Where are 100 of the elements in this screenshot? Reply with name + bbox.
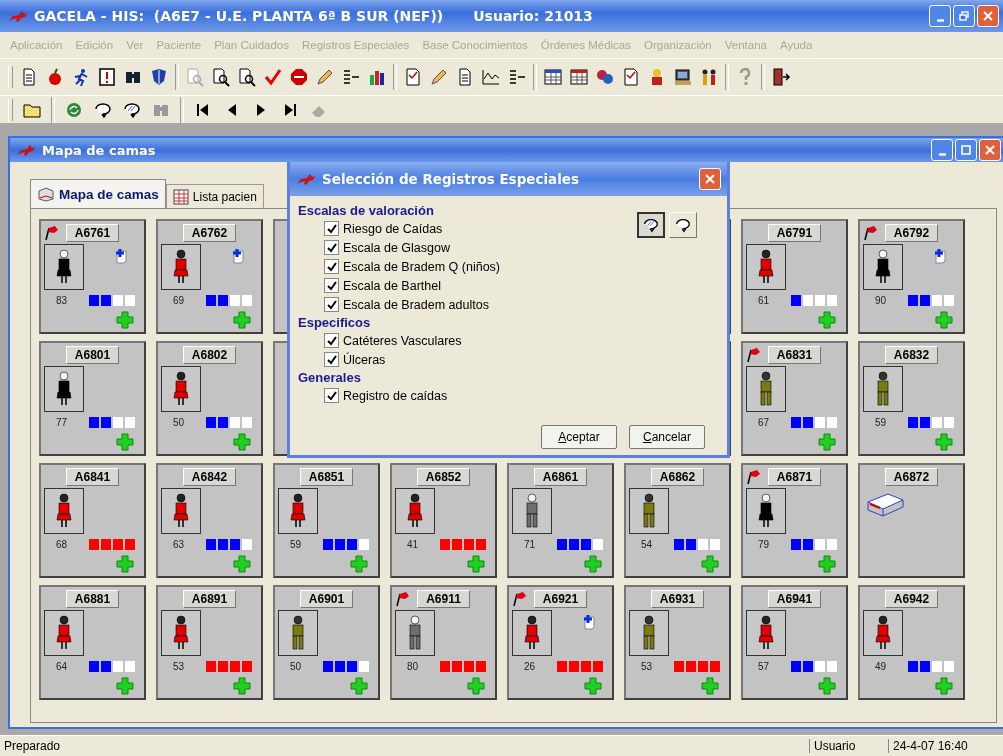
woman-figure-icon [171,371,191,407]
elderly-woman-figure-icon [54,371,74,407]
bed-label: A6872 [884,468,939,486]
bed-label: A6851 [299,468,354,486]
group-heading: Especificos [298,314,372,331]
checkbox[interactable] [324,297,339,312]
bed-card[interactable]: A6941 57 [741,585,848,700]
restore-button[interactable] [953,5,975,27]
status-datetime: 24-4-07 16:40 [888,739,1003,753]
bed-card[interactable]: A6791 61 [741,219,848,334]
minimize-button[interactable] [931,139,953,161]
risk-meter [440,660,488,672]
bed-card[interactable]: A6831 67 [741,341,848,456]
shield-icon[interactable] [149,67,169,87]
pencil-icon[interactable] [315,67,335,87]
bed-card[interactable]: A6792 90 [858,219,965,334]
age-text: 53 [173,660,185,672]
bed-card[interactable]: A6942 49 [858,585,965,700]
maximize-button[interactable] [955,139,977,161]
risk-meter [89,538,137,550]
checkbox[interactable] [324,240,339,255]
exit-door-icon[interactable] [771,67,791,87]
bed-card[interactable]: A6872 [858,463,965,578]
dialog-button[interactable]: Aceptar [541,425,617,449]
checklist-icon[interactable] [621,67,641,87]
minimize-icon [936,18,944,22]
risk-meter [557,660,605,672]
checkbox[interactable] [324,259,339,274]
bed-card[interactable]: A6801 77 [39,341,146,456]
checkbox[interactable] [324,221,339,236]
table-icon[interactable] [569,67,589,87]
bed-card[interactable]: A6931 53 [624,585,731,700]
bed-card[interactable]: A6762 69 [156,219,263,334]
risk-meter [206,660,254,672]
close-button[interactable] [979,139,1001,161]
woman-figure-icon [405,493,425,529]
woman-figure-icon [756,615,776,651]
window-title: GACELA - HIS: (A6E7 - U.E. PLANTA 6ª B SUR (NEF)) [34,8,444,24]
bed-label: A6831 [767,346,822,364]
status-text: Preparado [3,739,62,753]
speech-bubble-button[interactable] [669,212,697,238]
close-button[interactable] [977,5,999,27]
list-icon[interactable] [341,67,361,87]
striped-bubble-button[interactable] [637,212,665,238]
document-search-icon[interactable] [237,67,257,87]
graph-line-icon[interactable] [481,67,501,87]
age-text: 57 [758,660,770,672]
document-search-icon[interactable] [211,67,231,87]
bed-card[interactable]: A6832 59 [858,341,965,456]
bed-label: A6871 [767,468,822,486]
checkbox[interactable] [324,352,339,367]
woman-figure-icon [171,493,191,529]
bed-card[interactable]: A6921 26 [507,585,614,700]
risk-meter [440,538,488,550]
computer-icon[interactable] [673,67,693,87]
horse-icon [8,9,28,23]
framed-exclamation-icon[interactable] [97,67,117,87]
window-title: Mapa de camas [42,142,156,158]
bed-card[interactable]: A6891 53 [156,585,263,700]
bed-icon [37,186,55,202]
checkmark-icon[interactable] [263,67,283,87]
bed-label: A6852 [416,468,471,486]
bed-card[interactable]: A6911 80 [390,585,497,700]
dialog-button[interactable]: Cancelar [629,425,705,449]
bed-label: A6931 [650,590,705,608]
checkbox[interactable] [324,388,339,403]
bed-card[interactable]: A6802 50 [156,341,263,456]
woman-figure-icon [54,493,74,529]
stop-sign-icon[interactable] [289,67,309,87]
woman-figure-icon [288,493,308,529]
bed-card[interactable]: A6862 54 [624,463,731,578]
age-text: 64 [56,660,68,672]
bed-card[interactable]: A6842 63 [156,463,263,578]
tab[interactable]: Lista pacien [165,184,264,208]
checkbox[interactable] [324,278,339,293]
risk-meter [674,660,722,672]
table-icon [172,188,189,205]
bed-card[interactable]: A6851 59 [273,463,380,578]
age-text: 61 [758,294,770,306]
woman-figure-icon [756,249,776,285]
bed-card[interactable]: A6861 71 [507,463,614,578]
bed-card[interactable]: A6881 64 [39,585,146,700]
maximize-icon [961,145,971,155]
status-user: Usuario [809,739,888,753]
minimize-button[interactable] [929,5,951,27]
table-icon[interactable] [543,67,563,87]
checkbox[interactable] [324,333,339,348]
bed-card[interactable]: A6841 68 [39,463,146,578]
close-button[interactable] [699,168,721,190]
woman-figure-icon [54,615,74,651]
bed-label: A6891 [182,590,237,608]
bed-card[interactable]: A6871 79 [741,463,848,578]
bed-card[interactable]: A6852 41 [390,463,497,578]
bed-label: A6861 [533,468,588,486]
tab[interactable]: Mapa de camas [30,179,166,208]
document-edit-icon[interactable] [403,67,423,87]
bed-card[interactable]: A6901 50 [273,585,380,700]
bed-card[interactable]: A6761 83 [39,219,146,334]
minimize-icon [938,152,946,156]
woman-figure-icon [171,249,191,285]
